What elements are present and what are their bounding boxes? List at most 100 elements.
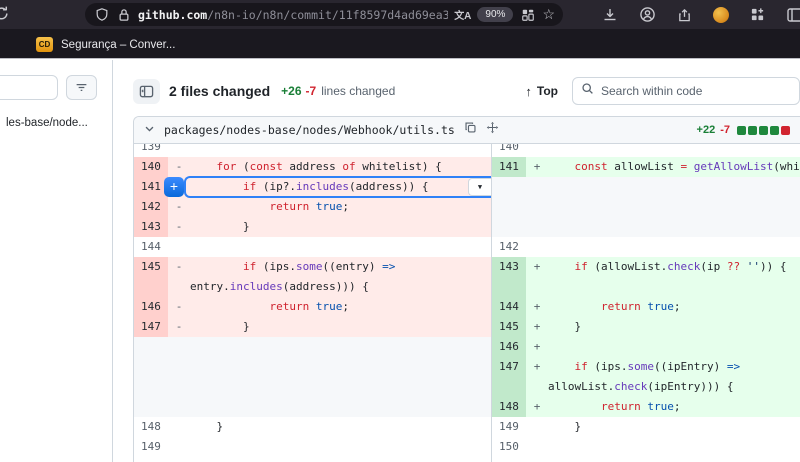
diff-row-right-148: 148+ return true; bbox=[492, 397, 800, 417]
code-line: return true; bbox=[548, 397, 800, 417]
diff-row-left-146: 146- return true; bbox=[134, 297, 491, 317]
browser-tab-bar: ‹ CD Segurança – Conver... bbox=[0, 29, 800, 59]
sidebar-toggle-icon[interactable] bbox=[786, 6, 800, 24]
line-menu-caret-button[interactable]: ▼ bbox=[468, 178, 491, 196]
search-icon bbox=[581, 82, 594, 100]
diff-row-right-147: 147+ if (ips.some((ipEntry) => allowList… bbox=[492, 357, 800, 397]
top-label: Top bbox=[537, 84, 558, 98]
diff-row-right-145: 145+ } bbox=[492, 317, 800, 337]
diff-sign bbox=[526, 237, 548, 257]
extension-icon[interactable] bbox=[713, 7, 729, 23]
line-number[interactable]: 141 bbox=[492, 157, 526, 177]
diff-sign: - bbox=[168, 317, 190, 337]
code-line bbox=[548, 437, 800, 457]
diffstat-squares bbox=[737, 126, 790, 135]
diff-sign: - bbox=[168, 297, 190, 317]
url-bar[interactable]: github.com/n8n-io/n8n/commit/11f8597d4ad… bbox=[85, 3, 563, 26]
diff-row-right-143: 143+ if (allowList.check(ip ?? '')) { bbox=[492, 257, 800, 297]
diff-row-left-145: 145- if (ips.some((entry) => entry.inclu… bbox=[134, 257, 491, 297]
diff-row-left-filler-9 bbox=[134, 337, 491, 417]
up-arrow-icon: ↑ bbox=[525, 84, 532, 99]
diff-pane-deletions: 139140- for (const address of whitelist)… bbox=[134, 144, 491, 462]
search-within-code[interactable] bbox=[572, 77, 800, 105]
diff-sign: + bbox=[526, 337, 548, 357]
move-handle-icon[interactable] bbox=[486, 121, 499, 139]
line-number[interactable]: 150 bbox=[492, 437, 526, 457]
add-comment-button[interactable]: + bbox=[164, 177, 184, 197]
file-filter-input[interactable] bbox=[0, 75, 58, 100]
copy-path-icon[interactable] bbox=[464, 121, 477, 139]
line-number[interactable]: 150 bbox=[134, 457, 168, 462]
diff-row-right-146: 146+ bbox=[492, 337, 800, 357]
line-number[interactable]: 145 bbox=[134, 257, 168, 297]
line-number[interactable]: 140 bbox=[134, 157, 168, 177]
line-number[interactable]: 151 bbox=[492, 457, 526, 462]
zoom-level-badge[interactable]: 90% bbox=[477, 7, 513, 22]
url-host: github.com bbox=[138, 8, 207, 22]
deletions-count: -7 bbox=[306, 84, 317, 98]
diff-sign: + bbox=[526, 397, 548, 417]
line-number[interactable]: 142 bbox=[492, 237, 526, 257]
extensions-puzzle-icon[interactable] bbox=[750, 7, 765, 22]
diff-row-right-141: 141+ const allowList = getAllowList(whit… bbox=[492, 157, 800, 177]
url-text: github.com/n8n-io/n8n/commit/11f8597d4ad… bbox=[138, 8, 448, 22]
additions-count: +26 bbox=[281, 84, 301, 98]
code-line: if (ips.some((ipEntry) => allowList.chec… bbox=[548, 357, 800, 397]
line-number[interactable]: 149 bbox=[492, 417, 526, 437]
line-number[interactable]: 141 bbox=[134, 177, 168, 197]
line-number[interactable]: 148 bbox=[134, 417, 168, 437]
line-number[interactable]: 142 bbox=[134, 197, 168, 217]
file-tree-item[interactable]: les-base/node... bbox=[6, 117, 88, 129]
active-tab[interactable]: CD Segurança – Conver... bbox=[26, 32, 185, 57]
diff-row-right-149: 149 } bbox=[492, 417, 800, 437]
file-path: packages/nodes-base/nodes/Webhook/utils.… bbox=[164, 123, 455, 137]
diff-sign: - bbox=[168, 257, 190, 297]
file-deletions: -7 bbox=[720, 124, 730, 136]
line-number[interactable]: 149 bbox=[134, 437, 168, 457]
line-number[interactable]: 146 bbox=[492, 337, 526, 357]
line-number[interactable]: 144 bbox=[134, 237, 168, 257]
code-line: } bbox=[548, 417, 800, 437]
diff-row-right-142: 142 bbox=[492, 237, 800, 257]
back-to-top-link[interactable]: ↑ Top bbox=[525, 84, 558, 99]
code-line: if (allowList.check(ip ?? '')) { bbox=[548, 257, 800, 297]
reload-icon[interactable] bbox=[0, 5, 10, 22]
reader-grid-icon[interactable] bbox=[521, 8, 535, 22]
diff-sign: - bbox=[168, 217, 190, 237]
shield-icon[interactable] bbox=[95, 7, 109, 22]
line-number[interactable]: 148 bbox=[492, 397, 526, 417]
diff-sign: - bbox=[168, 157, 190, 177]
code-line bbox=[190, 237, 491, 257]
line-number[interactable]: 145 bbox=[492, 317, 526, 337]
diff-row-right-140: 140 bbox=[492, 144, 800, 157]
line-number[interactable]: 140 bbox=[492, 144, 526, 157]
downloads-icon[interactable] bbox=[602, 7, 618, 23]
toggle-file-tree-button[interactable] bbox=[133, 79, 160, 104]
file-additions: +22 bbox=[697, 124, 716, 136]
diff-row-left-141: 141 if (ip?.includes(address)) { + ▼ bbox=[134, 177, 491, 197]
share-icon[interactable] bbox=[677, 7, 692, 23]
diff-sign bbox=[526, 144, 548, 157]
line-number[interactable]: 146 bbox=[134, 297, 168, 317]
diff-sign bbox=[526, 417, 548, 437]
search-input[interactable] bbox=[601, 84, 751, 98]
files-changed-title: 2 files changed bbox=[169, 83, 270, 99]
line-number[interactable]: 144 bbox=[492, 297, 526, 317]
diff-sign bbox=[168, 437, 190, 457]
translate-icon[interactable]: 文A bbox=[454, 7, 471, 22]
account-icon[interactable] bbox=[639, 6, 656, 23]
line-number[interactable]: 143 bbox=[492, 257, 526, 297]
url-path: /n8n-io/n8n/commit/11f8597d4ad69ea3b bbox=[207, 8, 448, 22]
bookmark-star-icon[interactable]: ☆ bbox=[542, 6, 555, 23]
line-number[interactable]: 139 bbox=[134, 144, 168, 157]
file-diff-card: packages/nodes-base/nodes/Webhook/utils.… bbox=[133, 116, 800, 462]
code-line: } bbox=[548, 317, 800, 337]
code-line: if (ip?.includes(address)) { bbox=[190, 177, 491, 197]
line-number[interactable]: 147 bbox=[134, 317, 168, 337]
diff-summary-header: 2 files changed +26 -7 lines changed ↑To… bbox=[133, 77, 800, 105]
line-number[interactable]: 143 bbox=[134, 217, 168, 237]
line-number[interactable]: 147 bbox=[492, 357, 526, 397]
code-line bbox=[548, 337, 800, 357]
file-filter-button[interactable] bbox=[66, 75, 97, 100]
collapse-file-icon[interactable] bbox=[144, 121, 155, 139]
